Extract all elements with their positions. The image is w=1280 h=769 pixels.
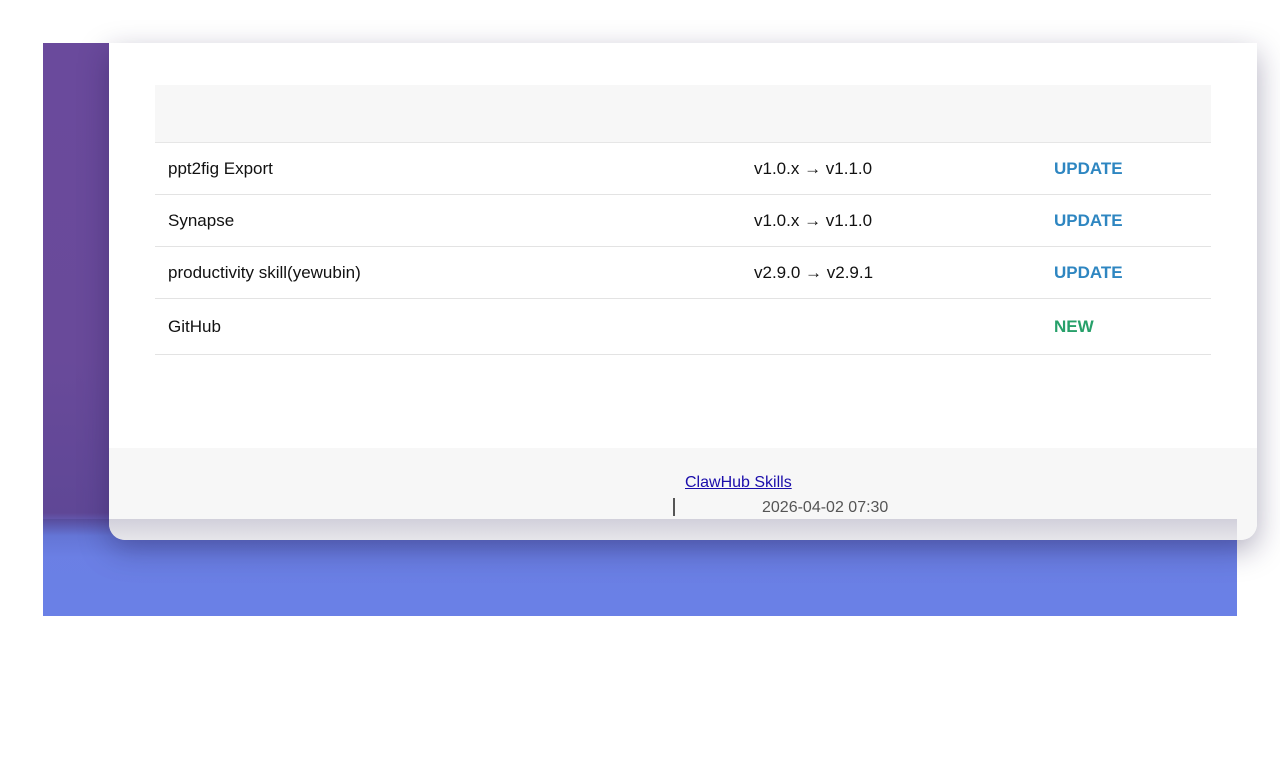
table-row: GitHub NEW <box>155 299 1211 355</box>
skill-version: v2.9.0 → v2.9.1 <box>754 262 874 282</box>
skill-name: GitHub <box>168 316 221 336</box>
page-background: ppt2fig Export v1.0.x → v1.1.0 UPDATE Sy… <box>43 43 1257 616</box>
skill-name: Synapse <box>168 210 235 230</box>
skill-version: v1.0.x → v1.1.0 <box>754 210 873 230</box>
text-cursor <box>673 498 675 516</box>
skill-name: ppt2fig Export <box>168 158 273 178</box>
table-row: ppt2fig Export v1.0.x → v1.1.0 UPDATE <box>155 143 1211 195</box>
report-card: ppt2fig Export v1.0.x → v1.1.0 UPDATE Sy… <box>109 43 1257 540</box>
status-badge: UPDATE <box>1054 262 1123 282</box>
table-row: Synapse v1.0.x → v1.1.0 UPDATE <box>155 195 1211 247</box>
status-badge: UPDATE <box>1054 210 1123 230</box>
card-footer: ClawHub Skills 2026-04-02 07:30 <box>109 448 1257 540</box>
table-header <box>155 85 1211 143</box>
status-badge: UPDATE <box>1054 158 1123 178</box>
status-badge: NEW <box>1054 316 1094 336</box>
clawhub-skills-link[interactable]: ClawHub Skills <box>685 474 792 492</box>
skills-table: ppt2fig Export v1.0.x → v1.1.0 UPDATE Sy… <box>155 85 1211 355</box>
table-row: productivity skill(yewubin) v2.9.0 → v2.… <box>155 247 1211 299</box>
skill-name: productivity skill(yewubin) <box>168 262 361 282</box>
timestamp: 2026-04-02 07:30 <box>762 499 889 516</box>
skill-version: v1.0.x → v1.1.0 <box>754 158 873 178</box>
